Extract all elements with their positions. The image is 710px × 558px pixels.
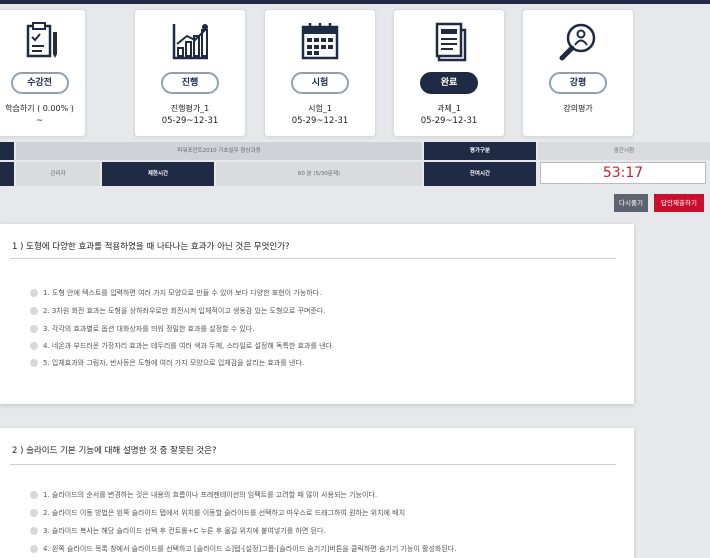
time-limit-value: 60 분 (5/30문제) [216, 162, 422, 186]
answer-option-2[interactable]: 2. 3차원 회전 효과는 도형을 상하좌우로만 회전시켜 입체적이고 생동감 … [30, 306, 620, 316]
step-card-review[interactable]: 강평 강의평가 [522, 9, 634, 137]
answer-option-text: 2. 슬라이드 이동 방법은 왼쪽 슬라이드 탭에서 위치를 이동할 슬라이드를… [43, 509, 406, 517]
step-name-exam: 시험_1 [308, 104, 332, 113]
answer-option-5[interactable]: 5. 입체효과와 그림자, 반사등은 도형에 여러 가지 모양으로 입체감을 살… [30, 358, 620, 368]
submit-answers-button[interactable]: 답안제출하기 [654, 194, 704, 212]
divider [10, 258, 616, 259]
remaining-time-timer: 53:17 [540, 162, 706, 184]
answer-option-text: 3. 각각의 효과별로 옵션 대화상자를 띄워 정밀한 효과를 설정할 수 있다… [43, 325, 255, 333]
step-card-exam[interactable]: 시험 시험_1 05-29~12-31 [264, 9, 376, 137]
radio-button[interactable] [30, 325, 38, 333]
answer-option-text: 3. 슬라이드 복사는 해당 슬라이드 선택 후 컨트롤+C 누른 후 옮길 위… [43, 527, 326, 535]
exam-info-table: 파워포인트2010 기초실무 향상과정 평가구분 중간시험 관리자 제한시간 6… [0, 142, 710, 186]
divider [10, 464, 616, 465]
answer-option-text: 4. 네온과 부드러운 가장자리 효과는 테두리를 여러 색과 두께, 스타일로… [43, 342, 335, 350]
admin-cell: 관리자 [16, 162, 100, 186]
question-panel-1: 1 ) 도형에 다양한 효과를 적용하였을 때 나타나는 효과가 아닌 것은 무… [0, 224, 634, 404]
radio-button[interactable] [30, 307, 38, 315]
answer-option-text: 5. 입체효과와 그림자, 반사등은 도형에 여러 가지 모양으로 입체감을 살… [43, 359, 305, 367]
step-name-progress-eval: 진행평가_1 [170, 104, 210, 113]
calendar-icon [301, 23, 339, 60]
step-pill-review: 강평 [549, 72, 607, 94]
step-name-assignment: 과제_1 [437, 104, 461, 113]
answer-option-1[interactable]: 1. 도형 안에 텍스트를 입력하면 여러 가지 모양으로 만들 수 있어 보다… [30, 288, 620, 298]
step-pill-before: 수강전 [10, 72, 69, 94]
magnifier-user-icon [559, 23, 596, 61]
question-panel-2: 2 ) 슬라이드 기본 기능에 대해 설명한 것 중 잘못된 것은? 1. 슬라… [0, 428, 634, 558]
eval-type-value: 중간시험 [538, 142, 710, 160]
course-progress-steps: 수강전 학습하기 ( 0.00% ) ~ 진행 진행평가_1 05-29~12-… [0, 4, 710, 140]
course-name-cell: 파워포인트2010 기초실무 향상과정 [16, 142, 422, 160]
radio-button[interactable] [30, 509, 38, 517]
radio-button[interactable] [30, 491, 38, 499]
question-title: 1 ) 도형에 다양한 효과를 적용하였을 때 나타나는 효과가 아닌 것은 무… [12, 242, 290, 252]
answer-option-2[interactable]: 2. 슬라이드 이동 방법은 왼쪽 슬라이드 탭에서 위치를 이동할 슬라이드를… [30, 508, 620, 518]
step-date-assignment: 05-29~12-31 [420, 116, 478, 126]
step-card-before[interactable]: 수강전 학습하기 ( 0.00% ) ~ [0, 9, 86, 137]
step-card-complete[interactable]: 완료 과제_1 05-29~12-31 [393, 9, 505, 137]
remaining-time-label: 잔여시간 [424, 162, 536, 186]
step-name-course-eval: 강의평가 [563, 104, 593, 113]
info-left-edge-bottom [0, 162, 14, 186]
radio-button[interactable] [30, 289, 38, 297]
step-pill-complete: 완료 [420, 72, 478, 94]
step-card-progress[interactable]: 진행 진행평가_1 05-29~12-31 [134, 9, 246, 137]
answer-option-3[interactable]: 3. 슬라이드 복사는 해당 슬라이드 선택 후 컨트롤+C 누른 후 옮길 위… [30, 526, 620, 536]
step-date-progress-eval: 05-29~12-31 [161, 116, 219, 126]
info-left-edge-top [0, 142, 14, 160]
radio-button[interactable] [30, 545, 38, 553]
answer-option-text: 2. 3차원 회전 효과는 도형을 상하좌우로만 회전시켜 입체적이고 생동감 … [43, 307, 326, 315]
step-name-learning: 학습하기 ( 0.00% ) [5, 104, 74, 113]
radio-button[interactable] [30, 342, 38, 350]
question-title: 2 ) 슬라이드 기본 기능에 대해 설명한 것 중 잘못된 것은? [12, 446, 217, 456]
eval-type-label: 평가구분 [424, 142, 536, 160]
answer-option-1[interactable]: 1. 슬라이드의 순서를 변경하는 것은 내용의 흐름이나 프레젠테이션의 임팩… [30, 490, 620, 500]
time-limit-label: 제한시간 [102, 162, 214, 186]
step-pill-progress: 진행 [161, 72, 219, 94]
step-date-exam: 05-29~12-31 [291, 116, 349, 126]
step-pill-exam: 시험 [291, 72, 349, 94]
answer-option-text: 4. 왼쪽 슬라이드 목록 창에서 슬라이드를 선택하고 [슬라이드 쇼]탭-[… [43, 545, 457, 553]
answer-option-4[interactable]: 4. 왼쪽 슬라이드 목록 창에서 슬라이드를 선택하고 [슬라이드 쇼]탭-[… [30, 544, 620, 554]
radio-button[interactable] [30, 527, 38, 535]
step-date-learning: ~ [35, 116, 44, 126]
clipboard-icon [26, 22, 57, 58]
answer-option-4[interactable]: 4. 네온과 부드러운 가장자리 효과는 테두리를 여러 색과 두께, 스타일로… [30, 341, 620, 351]
retry-button[interactable]: 다시풀기 [614, 194, 648, 212]
answer-option-text: 1. 슬라이드의 순서를 변경하는 것은 내용의 흐름이나 프레젠테이션의 임팩… [43, 491, 378, 499]
answer-option-3[interactable]: 3. 각각의 효과별로 옵션 대화상자를 띄워 정밀한 효과를 설정할 수 있다… [30, 324, 620, 334]
radio-button[interactable] [30, 359, 38, 367]
chart-growth-icon [172, 24, 208, 60]
answer-option-text: 1. 도형 안에 텍스트를 입력하면 여러 가지 모양으로 만들 수 있어 보다… [43, 289, 322, 297]
document-list-icon [435, 22, 467, 62]
